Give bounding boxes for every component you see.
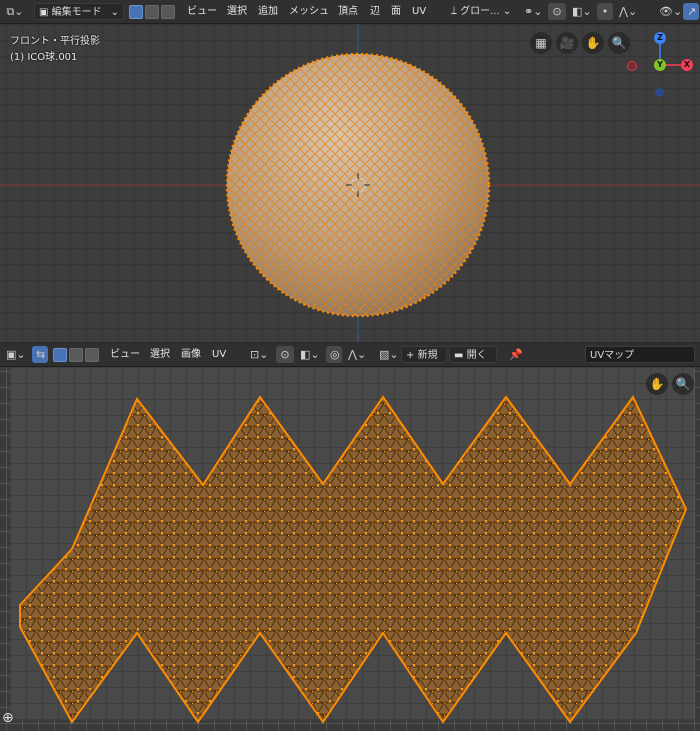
transform-orientation-dropdown[interactable]: ⟘ グロー... ⌄ (447, 3, 517, 20)
mode-dropdown[interactable]: ▣ 編集モード ⌄ (34, 3, 124, 20)
uv-menu-select[interactable]: 選択 (146, 346, 174, 363)
image-browse-icon[interactable]: ▨⌄ (375, 346, 399, 363)
hand-icon[interactable]: ✋ (646, 373, 668, 395)
proportional-edit-icon[interactable]: ◎ (326, 346, 342, 363)
editor-type-icon[interactable]: ⧉⌄ (2, 3, 28, 20)
snap-target-icon[interactable]: ◧⌄ (296, 346, 320, 363)
navigation-gizmo[interactable]: Z Y X (622, 28, 700, 108)
proportional-edit-icon[interactable]: • (597, 3, 613, 20)
folder-icon: ▬ (454, 350, 464, 361)
menu-add[interactable]: 追加 (254, 3, 282, 20)
chevron-down-icon: ⌄ (499, 6, 512, 17)
uv-menu-image[interactable]: 画像 (177, 346, 205, 363)
menu-edge[interactable]: 辺 (366, 3, 384, 20)
uv-island (19, 395, 688, 724)
uv-menu-view[interactable]: ビュー (106, 346, 144, 363)
2d-cursor-icon: ⊕ (2, 710, 14, 726)
3d-viewport[interactable]: フロント・平行投影 (1) ICO球.001 ▦ 🎥 ✋ 🔍 Z Y X (0, 24, 700, 342)
orientation-label: グロー... (460, 6, 500, 17)
uv-edge-select-button[interactable] (69, 348, 83, 362)
new-image-button[interactable]: + 新規 (401, 346, 447, 363)
zoom-icon[interactable]: 🔍 (672, 373, 694, 395)
uv-menu-uv[interactable]: UV (208, 346, 230, 363)
vertex-select-button[interactable] (129, 5, 143, 19)
hand-icon[interactable]: ✋ (582, 32, 604, 54)
editor-type-icon[interactable]: ▣⌄ (2, 346, 28, 363)
plus-icon: + (406, 350, 415, 361)
falloff-icon[interactable]: ⋀⌄ (344, 346, 368, 363)
visibility-icon[interactable]: 👁⌄ (655, 3, 682, 20)
face-select-button[interactable] (161, 5, 175, 19)
menu-vertex[interactable]: 頂点 (334, 3, 362, 20)
menu-mesh[interactable]: メッシュ (285, 3, 333, 20)
uv-vertex-select-button[interactable] (53, 348, 67, 362)
snap-icon[interactable]: ⊙ (276, 346, 294, 363)
sync-selection-icon[interactable]: ⇆ (32, 346, 48, 363)
menu-face[interactable]: 面 (387, 3, 405, 20)
gizmo-neg-z-axis[interactable] (655, 88, 664, 97)
mode-icon: ▣ (39, 7, 52, 18)
menu-select[interactable]: 選択 (223, 3, 251, 20)
chevron-down-icon: ⌄ (110, 7, 119, 18)
open-label: 開く (466, 350, 487, 361)
grid-icon[interactable]: ▦ (530, 32, 552, 54)
new-label: 新規 (417, 350, 438, 361)
gizmo-neg-x-axis[interactable] (627, 61, 637, 71)
uv-face-select-button[interactable] (85, 348, 99, 362)
ico-sphere (225, 52, 491, 318)
snap-target-icon[interactable]: ◧⌄ (568, 3, 592, 20)
uv-editor-view[interactable]: ✋ 🔍 ⊕ (0, 367, 700, 731)
gizmo-x-axis[interactable]: X (681, 59, 693, 71)
uv-map-label: UVマップ (590, 350, 635, 361)
viewport-header: ⧉⌄ ▣ 編集モード ⌄ ビュー 選択 追加 メッシュ 頂点 辺 面 UV ⟘ グ… (0, 0, 700, 24)
snap-icon[interactable]: ⊙ (548, 3, 566, 20)
falloff-icon[interactable]: ⋀⌄ (615, 3, 639, 20)
uv-editor-header: ▣⌄ ⇆ ビュー 選択 画像 UV ⊡⌄ ⊙ ◧⌄ ◎ ⋀⌄ ▨⌄ + 新規 ▬… (0, 343, 700, 367)
pivot-icon[interactable]: ⊡⌄ (246, 346, 270, 363)
camera-icon[interactable]: 🎥 (556, 32, 578, 54)
menu-view[interactable]: ビュー (183, 3, 221, 20)
edge-select-button[interactable] (145, 5, 159, 19)
menu-uv[interactable]: UV (408, 3, 430, 20)
gizmo-z-axis[interactable]: Z (654, 32, 666, 44)
orientation-icon: ⟘ (451, 6, 461, 17)
mode-label: 編集モード (51, 7, 102, 18)
pin-icon[interactable]: 📌 (505, 346, 523, 363)
gizmo-y-axis[interactable]: Y (654, 59, 666, 71)
gizmo-toggle-icon[interactable]: ↗ (683, 3, 699, 20)
open-image-button[interactable]: ▬ 開く (449, 346, 497, 363)
uv-map-field[interactable]: UVマップ (585, 346, 695, 363)
pivot-icon[interactable]: ⚭⌄ (520, 3, 544, 20)
